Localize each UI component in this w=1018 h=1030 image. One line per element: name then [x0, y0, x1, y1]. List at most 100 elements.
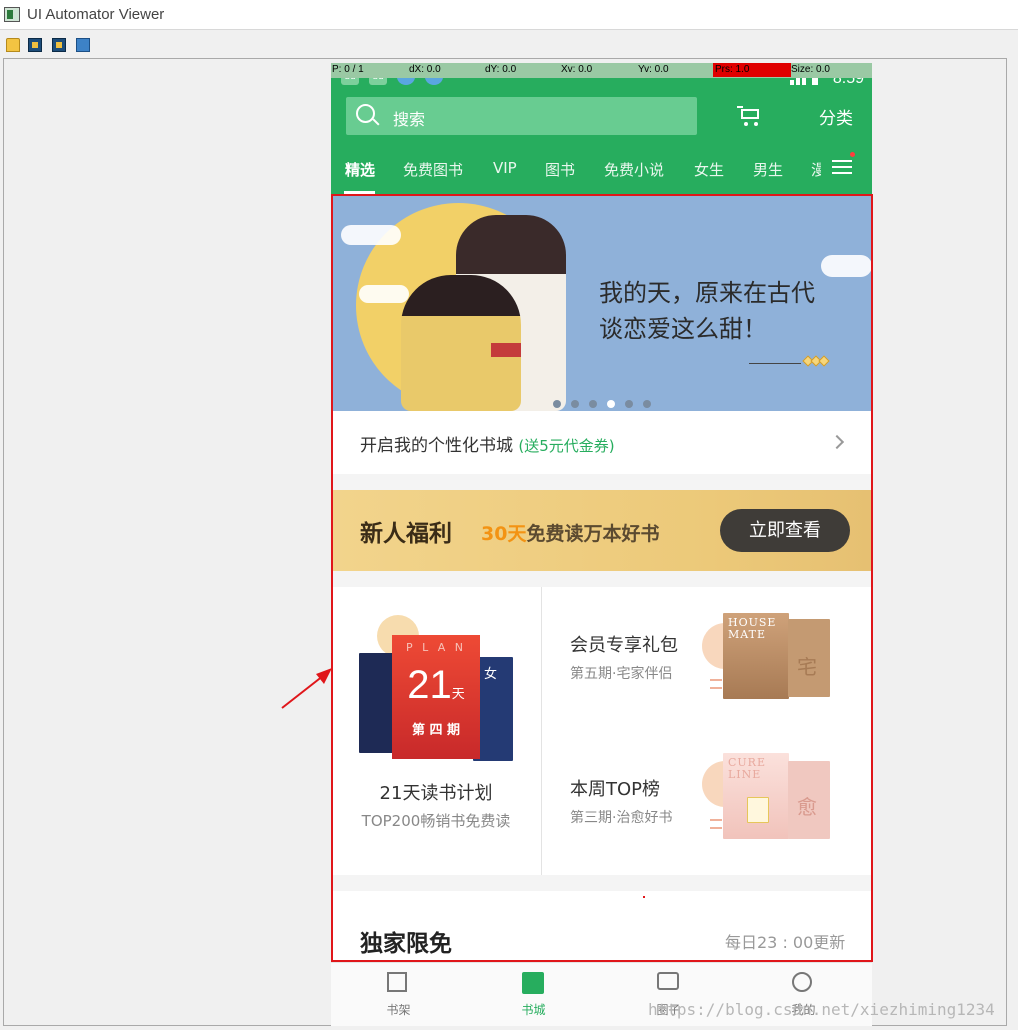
member-gift-title: 会员专享礼包 — [570, 635, 678, 656]
carousel-dot[interactable] — [625, 400, 633, 408]
exclusive-title: 独家限免 — [360, 931, 452, 957]
pointer-size: Size: 0.0 — [791, 64, 830, 75]
nav-bookstore-label: 书城 — [521, 1003, 546, 1017]
bookstore-icon — [522, 972, 544, 994]
decor-wave — [710, 679, 722, 689]
promo-highlight: 30天 — [481, 523, 527, 545]
plan-cover-top: P L A N — [405, 641, 466, 654]
promo-title: 新人福利 — [360, 521, 452, 547]
app-header: 搜索 分类 精选 免费图书 VIP 图书 免费小说 女生 男生 漫 — [331, 95, 872, 195]
toolbar — [0, 31, 1018, 57]
weekly-top-subtitle: 第三期·治愈好书 — [570, 810, 673, 826]
tab-comics[interactable]: 漫 — [811, 159, 821, 180]
banner-illustration-sash — [491, 343, 521, 357]
banner-decoration — [749, 363, 801, 364]
carousel-dot[interactable] — [589, 400, 597, 408]
device-screenshot-icon[interactable] — [28, 38, 42, 52]
bookshelf-icon — [387, 972, 407, 992]
tab-featured[interactable]: 精选 — [345, 159, 375, 180]
community-icon — [657, 972, 679, 990]
carousel-dot[interactable] — [571, 400, 579, 408]
pointer-pressure: Prs: 1.0 — [713, 63, 791, 77]
nav-bookshelf[interactable]: 书架 — [331, 963, 466, 1026]
plan-cover-number: 21天 — [392, 663, 480, 708]
plan-unit: 天 — [451, 686, 465, 701]
coupon-badge: (送5元代金券) — [518, 437, 615, 455]
promo-subtitle-text: 免费读万本好书 — [526, 523, 660, 545]
banner-headline: 我的天，原来在古代 — [599, 279, 815, 307]
pointer-location-bar: P: 0 / 1 dX: 0.0 dY: 0.0 Xv: 0.0 Yv: 0.0… — [331, 63, 872, 78]
carousel-dot[interactable] — [643, 400, 651, 408]
personalize-row[interactable]: 开启我的个性化书城 (送5元代金券) — [331, 411, 872, 474]
tab-female[interactable]: 女生 — [694, 159, 724, 180]
weekly-top-title: 本周TOP榜 — [570, 779, 661, 800]
tab-male[interactable]: 男生 — [753, 159, 783, 180]
device-screenshot[interactable]: du du 8:59 P: 0 / 1 dX: 0.0 dY: 0.0 Xv: … — [331, 63, 872, 1026]
banner-carousel[interactable]: 我的天，原来在古代 谈恋爱这么甜！ — [331, 195, 872, 411]
profile-icon — [792, 972, 812, 992]
cart-icon[interactable] — [737, 105, 761, 126]
tab-books[interactable]: 图书 — [545, 159, 575, 180]
member-gift-cover-text: HOUSE MATE — [728, 616, 777, 641]
book-cover-char: 女 — [484, 667, 499, 682]
exclusive-update-time: 每日23 : 00更新 — [725, 933, 846, 952]
annotation-arrow-icon — [281, 668, 332, 709]
chevron-right-icon — [829, 434, 845, 450]
search-placeholder: 搜索 — [393, 110, 426, 129]
plan-number: 21 — [407, 663, 452, 707]
promo-subtitle: 30天免费读万本好书 — [481, 519, 659, 546]
device-screenshot-compressed-icon[interactable] — [52, 38, 66, 52]
weekly-top-cover-text: CURE LINE — [728, 756, 766, 781]
nav-bookshelf-label: 书架 — [386, 1003, 411, 1017]
tab-free-books[interactable]: 免费图书 — [403, 159, 463, 180]
tab-vip[interactable]: VIP — [493, 159, 517, 177]
newcomer-promo[interactable]: 新人福利 30天免费读万本好书 立即查看 — [331, 490, 872, 571]
flower-icon — [747, 797, 769, 823]
pointer-xv: Xv: 0.0 — [561, 64, 593, 75]
reading-plan-title: 21天读书计划 — [379, 783, 493, 804]
tab-free-novels[interactable]: 免费小说 — [604, 159, 664, 180]
watermark: https://blog.csdn.net/xiezhiming1234 — [648, 1000, 995, 1019]
window-titlebar: UI Automator Viewer — [0, 0, 1018, 30]
open-icon[interactable] — [6, 38, 20, 52]
category-tabs: 精选 免费图书 VIP 图书 免费小说 女生 男生 漫 — [331, 152, 872, 195]
banner-decoration — [818, 355, 830, 367]
pointer-trace-dot — [643, 896, 645, 898]
search-input[interactable]: 搜索 — [346, 97, 697, 135]
pointer-dx: dX: 0.0 — [409, 64, 441, 75]
reading-plan-card[interactable]: 女 P L A N 21天 第 四 期 21天读书计划 TOP200畅销书免费读 — [331, 587, 541, 875]
pointer-dy: dY: 0.0 — [485, 64, 517, 75]
search-icon — [356, 104, 375, 123]
active-tab-indicator — [344, 191, 375, 194]
exclusive-free-section[interactable]: 独家限免 每日23 : 00更新 — [331, 891, 872, 961]
banner-cloud — [821, 255, 872, 277]
content-scroll[interactable]: 我的天，原来在古代 谈恋爱这么甜！ 开启我的个性化书城 (送5元代金券) 新人福… — [331, 195, 872, 961]
member-gift-subtitle: 第五期·宅家伴侣 — [570, 666, 673, 682]
member-gift-cover-char: 宅 — [797, 655, 818, 679]
menu-icon[interactable] — [832, 152, 855, 176]
category-button[interactable]: 分类 — [819, 104, 853, 129]
carousel-dot[interactable] — [553, 400, 561, 408]
pointer-count: P: 0 / 1 — [332, 64, 364, 75]
member-gift-card[interactable]: 会员专享礼包 第五期·宅家伴侣 HOUSE MATE 宅 — [542, 587, 872, 731]
banner-cloud — [359, 285, 409, 303]
feature-grid: 女 P L A N 21天 第 四 期 21天读书计划 TOP200畅销书免费读… — [331, 587, 872, 875]
banner-subheadline: 谈恋爱这么甜！ — [599, 315, 767, 343]
carousel-dot[interactable] — [607, 400, 615, 408]
save-icon[interactable] — [76, 38, 90, 52]
plan-issue-tag: 第 四 期 — [411, 723, 461, 738]
banner-cloud — [341, 225, 401, 245]
pointer-yv: Yv: 0.0 — [638, 64, 669, 75]
personalize-label: 开启我的个性化书城 (送5元代金券) — [360, 431, 615, 456]
weekly-top-card[interactable]: 本周TOP榜 第三期·治愈好书 CURE LINE 愈 — [542, 731, 872, 875]
nav-bookstore[interactable]: 书城 — [466, 963, 601, 1026]
app-icon — [4, 7, 20, 22]
plan-cover: P L A N 21天 第 四 期 — [392, 635, 480, 759]
view-now-button[interactable]: 立即查看 — [720, 509, 850, 552]
window-title: UI Automator Viewer — [27, 6, 165, 23]
personalize-text: 开启我的个性化书城 — [360, 436, 513, 456]
decor-wave — [710, 819, 722, 829]
weekly-top-cover-char: 愈 — [797, 795, 818, 819]
reading-plan-subtitle: TOP200畅销书免费读 — [361, 812, 511, 830]
reading-plan-cover: 女 P L A N 21天 第 四 期 — [359, 615, 521, 761]
